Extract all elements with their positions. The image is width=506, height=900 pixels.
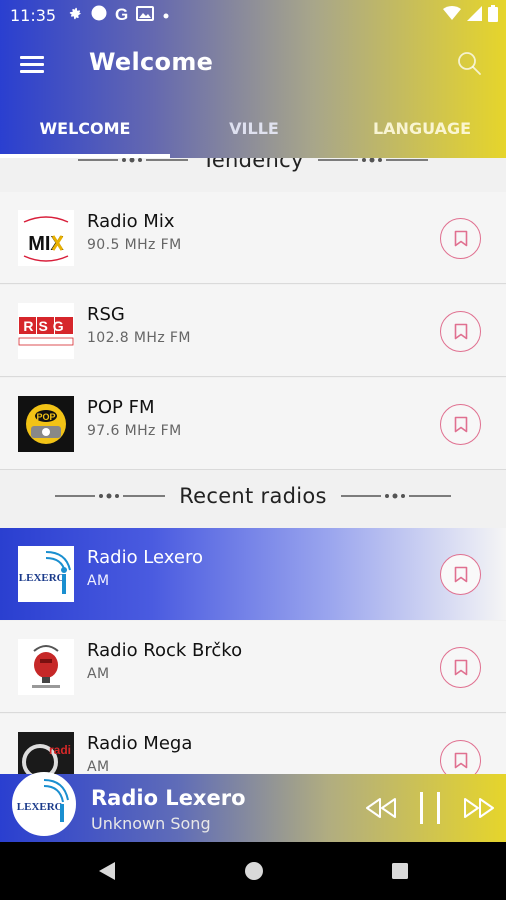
mini-player[interactable]: Radio Lexero Unknown Song xyxy=(0,774,506,842)
player-song-title: Unknown Song xyxy=(91,814,211,833)
pause-icon xyxy=(420,792,440,824)
tab-welcome[interactable]: WELCOME xyxy=(0,100,170,158)
toolbar: Welcome xyxy=(0,32,506,98)
logo-text: LEXERO xyxy=(19,572,66,584)
player-station-name: Radio Lexero xyxy=(91,786,246,810)
logo-text: RSG xyxy=(23,318,68,334)
station-row-radio-lexero[interactable]: LEXERO Radio Lexero AM xyxy=(0,528,506,620)
section-header-tendency: Tendency xyxy=(0,158,506,180)
search-button[interactable] xyxy=(456,50,486,80)
section-title-recent: Recent radios xyxy=(179,484,327,508)
station-logo-radio-mix: MIX xyxy=(18,210,74,266)
status-bar: 11:35 G xyxy=(0,0,506,32)
bookmark-icon xyxy=(454,566,467,583)
station-logo-rsg: RSG xyxy=(18,303,74,359)
google-icon: G xyxy=(115,5,129,24)
station-band: AM xyxy=(87,759,110,774)
station-name: Radio Mega xyxy=(87,733,193,754)
rewind-button[interactable] xyxy=(364,792,398,824)
station-name: Radio Lexero xyxy=(87,547,203,568)
logo-text: LEXERO xyxy=(17,801,64,813)
station-row-pop-fm[interactable]: POP POP FM 97.6 MHz FM xyxy=(0,378,506,470)
logo-text: POP xyxy=(36,412,55,422)
circle-icon xyxy=(91,5,107,25)
station-list[interactable]: Tendency MIX Radio Mix 90.5 MHz FM RSG R… xyxy=(0,158,506,774)
bookmark-icon xyxy=(454,752,467,769)
battery-icon xyxy=(488,5,498,26)
hamburger-icon xyxy=(20,56,44,59)
bookmark-button[interactable] xyxy=(440,647,481,688)
station-name: Radio Mix xyxy=(87,211,175,232)
tab-language[interactable]: LANGUAGE xyxy=(338,100,506,158)
back-button[interactable] xyxy=(95,859,119,883)
station-name: Radio Rock Brčko xyxy=(87,640,243,661)
recents-button[interactable] xyxy=(388,859,412,883)
bookmark-button[interactable] xyxy=(440,218,481,259)
station-frequency: 97.6 MHz FM xyxy=(87,423,182,439)
ornament-left-icon xyxy=(78,158,189,163)
dot-icon xyxy=(162,6,170,24)
station-logo-radio-rock-brcko xyxy=(18,639,74,695)
station-name: POP FM xyxy=(87,397,155,418)
bookmark-icon xyxy=(454,323,467,340)
tab-ville[interactable]: VILLE xyxy=(170,100,338,158)
ornament-right-icon xyxy=(317,158,428,163)
station-frequency: 102.8 MHz FM xyxy=(87,330,191,346)
station-row-radio-mega[interactable]: radi Radio Mega AM xyxy=(0,714,506,774)
wifi-icon xyxy=(443,6,461,25)
logo-text: radi xyxy=(49,743,71,757)
system-nav-bar xyxy=(0,842,506,900)
station-band: AM xyxy=(87,573,110,589)
station-row-radio-rock-brcko[interactable]: Radio Rock Brčko AM xyxy=(0,621,506,713)
tab-bar: WELCOME VILLE LANGUAGE xyxy=(0,100,506,158)
bookmark-icon xyxy=(454,416,467,433)
ornament-left-icon xyxy=(55,493,166,499)
station-name: RSG xyxy=(87,304,125,325)
fast-forward-button[interactable] xyxy=(462,792,496,824)
station-row-rsg[interactable]: RSG RSG 102.8 MHz FM xyxy=(0,285,506,377)
page-title: Welcome xyxy=(89,48,214,76)
recents-icon xyxy=(392,863,408,879)
bookmark-icon xyxy=(454,659,467,676)
home-button[interactable] xyxy=(242,859,266,883)
image-icon xyxy=(136,5,155,25)
player-station-logo[interactable]: LEXERO xyxy=(12,772,76,836)
station-frequency: 90.5 MHz FM xyxy=(87,237,182,253)
home-icon xyxy=(245,862,263,880)
search-icon xyxy=(458,52,481,75)
status-time: 11:35 xyxy=(10,6,57,25)
back-icon xyxy=(99,862,115,880)
bookmark-icon xyxy=(454,230,467,247)
ornament-right-icon xyxy=(340,493,451,499)
station-logo-pop-fm: POP xyxy=(18,396,74,452)
bookmark-button[interactable] xyxy=(440,740,481,774)
fast-forward-icon xyxy=(464,798,494,818)
menu-button[interactable] xyxy=(20,52,50,78)
bookmark-button[interactable] xyxy=(440,311,481,352)
rewind-icon xyxy=(366,798,396,818)
station-logo-radio-lexero: LEXERO xyxy=(18,546,74,602)
bookmark-button[interactable] xyxy=(440,554,481,595)
status-notification-icons: G xyxy=(68,5,170,25)
section-header-recent: Recent radios xyxy=(0,476,506,516)
app-bar: 11:35 G Welcome WELCOME VILLE LANGUAGE xyxy=(0,0,506,158)
pause-button[interactable] xyxy=(414,792,446,824)
status-system-icons xyxy=(443,5,498,26)
section-title-tendency: Tendency xyxy=(202,158,304,172)
gear-icon xyxy=(68,6,83,25)
station-logo-radio-mega: radi xyxy=(18,732,74,774)
signal-icon xyxy=(467,6,482,25)
station-band: AM xyxy=(87,666,110,682)
bookmark-button[interactable] xyxy=(440,404,481,445)
station-row-radio-mix[interactable]: MIX Radio Mix 90.5 MHz FM xyxy=(0,192,506,284)
